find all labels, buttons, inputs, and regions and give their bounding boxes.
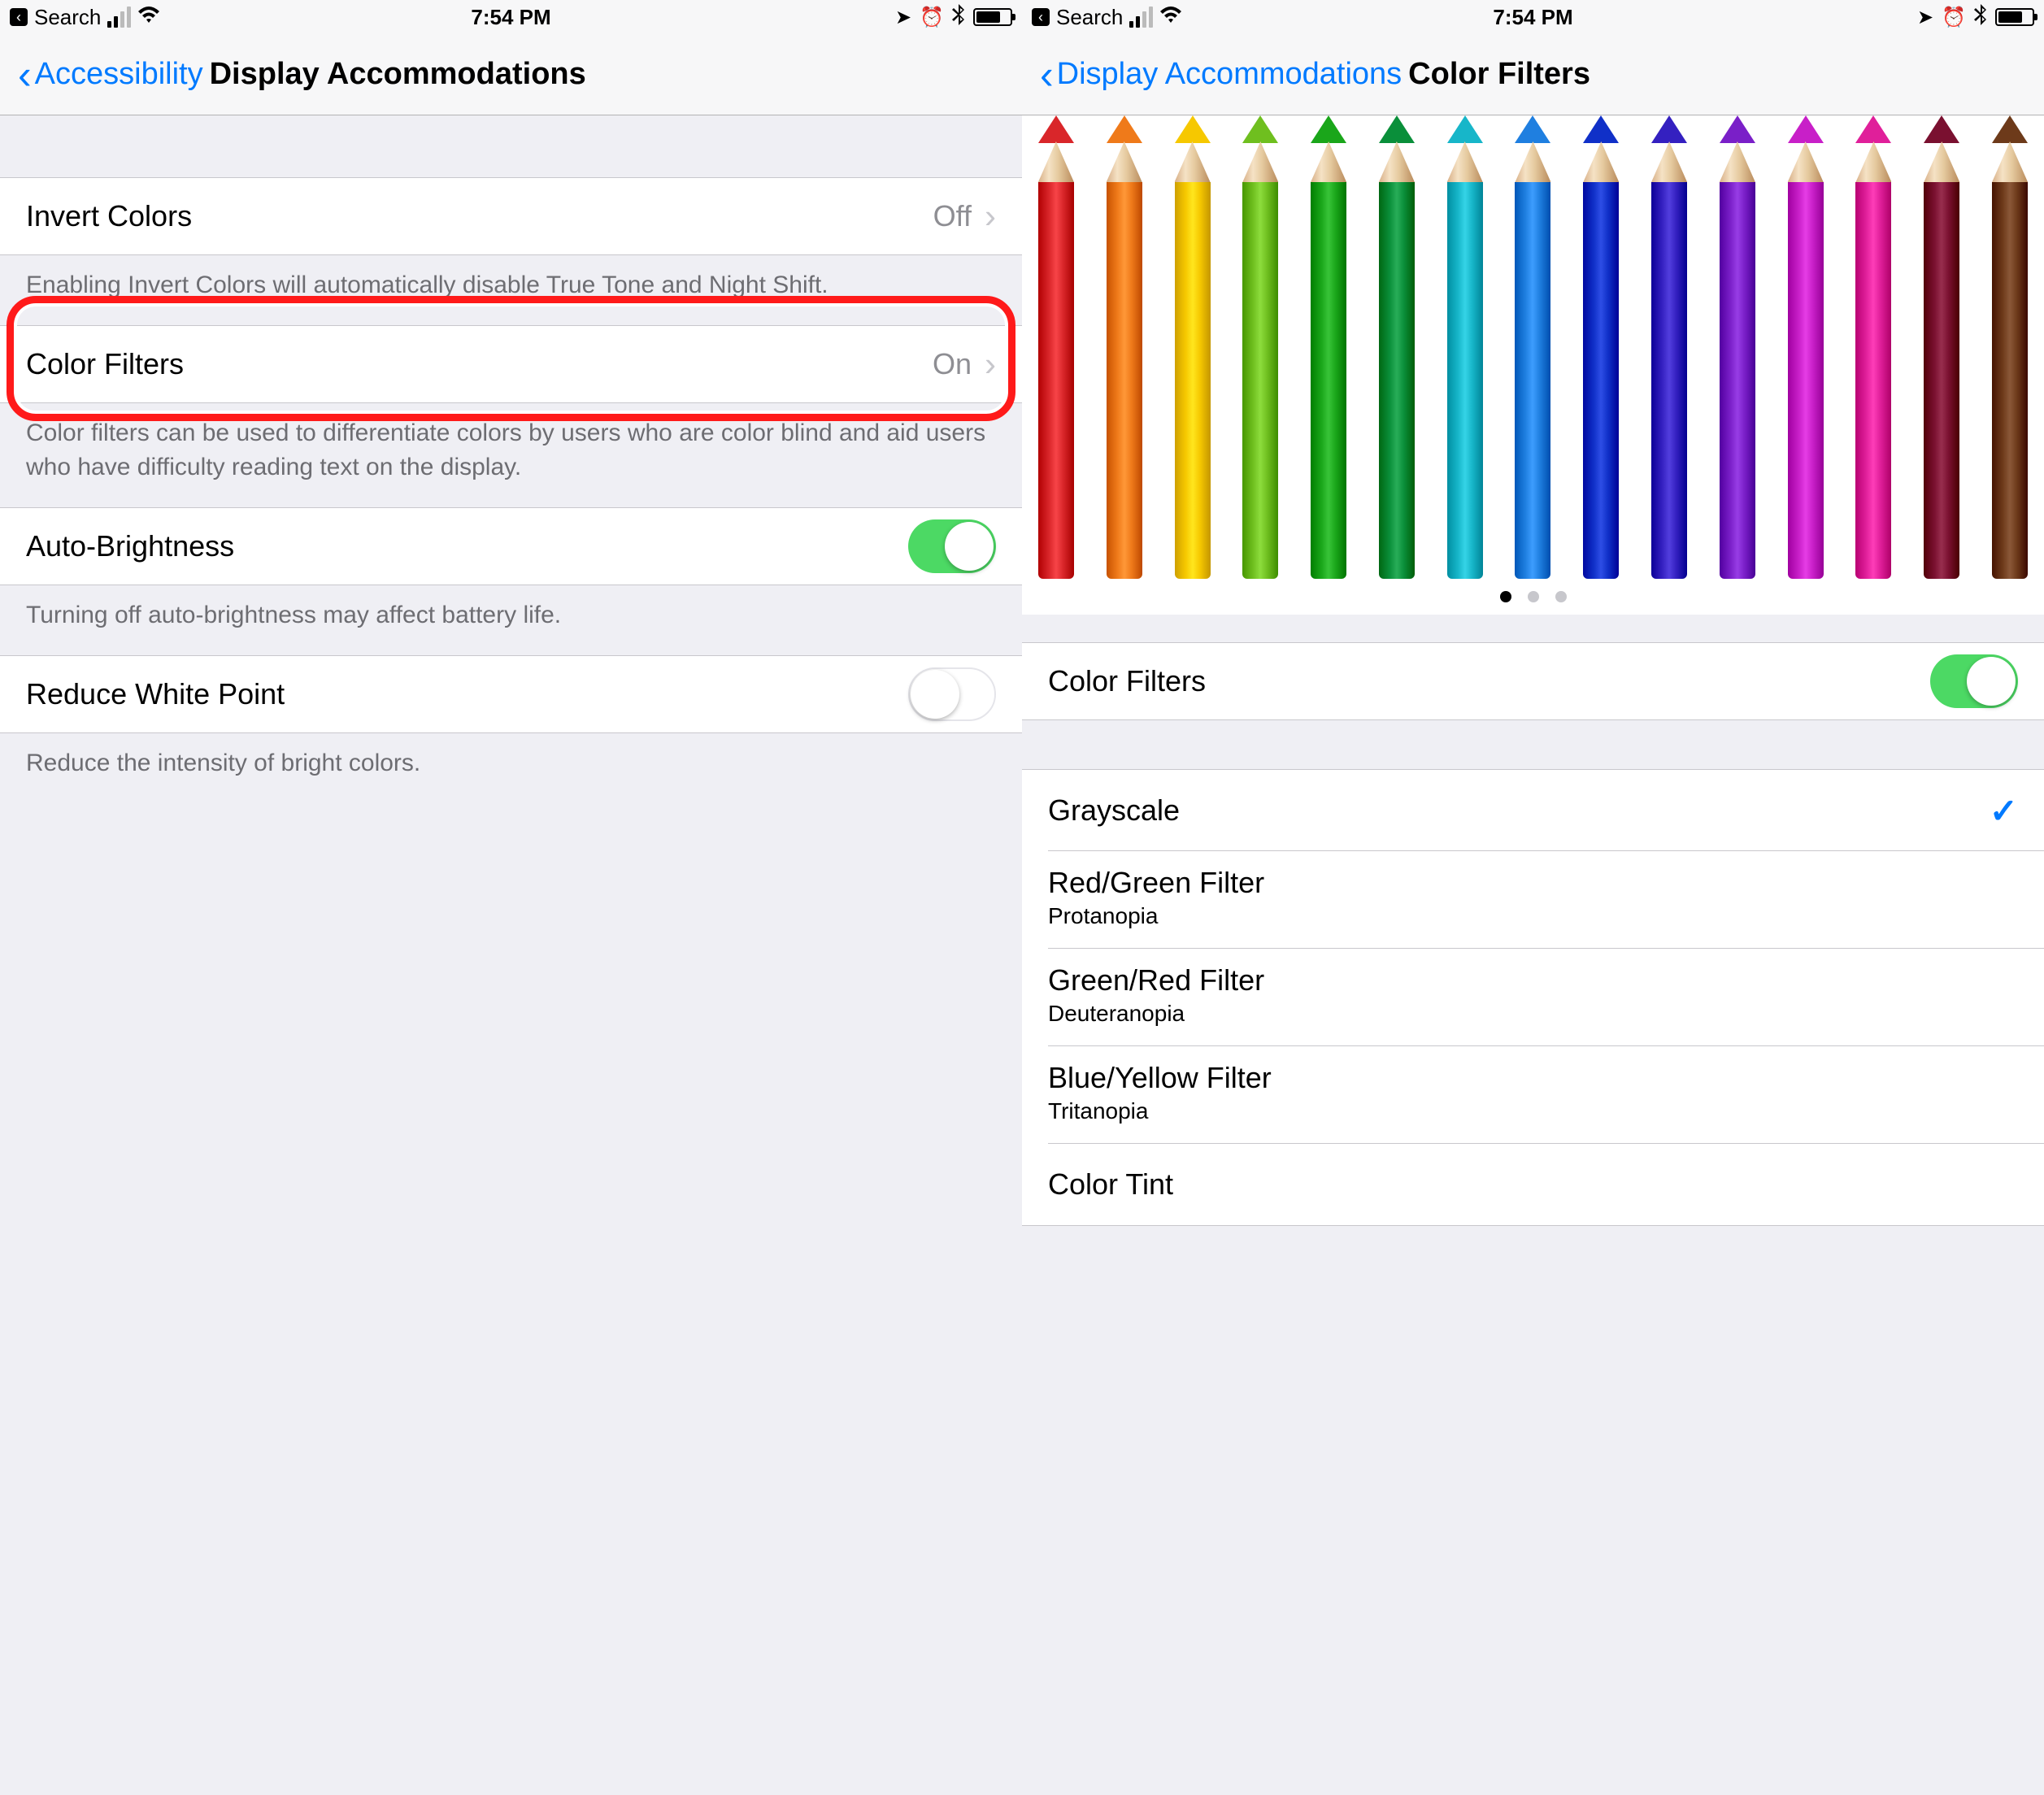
cell-signal-icon (1129, 7, 1153, 28)
filter-option[interactable]: Blue/Yellow Filter Tritanopia (1022, 1046, 2044, 1144)
nav-bar: ‹ Accessibility Display Accommodations (0, 34, 1022, 115)
row-label: Reduce White Point (26, 677, 285, 711)
breadcrumb-label[interactable]: Search (34, 5, 101, 30)
option-subtitle: Protanopia (1048, 903, 1264, 929)
row-color-filters[interactable]: Color Filters On › (0, 325, 1022, 403)
row-footer-note: Turning off auto-brightness may affect b… (0, 585, 1022, 655)
row-label: Auto-Brightness (26, 529, 234, 563)
status-bar: ‹ Search 7:54 PM ➤ ⏰ (1022, 0, 2044, 34)
row-label: Color Filters (1048, 664, 1206, 698)
breadcrumb-back-icon[interactable]: ‹ (1032, 8, 1050, 26)
row-footer-note: Enabling Invert Colors will automaticall… (0, 255, 1022, 325)
chevron-right-icon: › (985, 197, 996, 236)
filter-option[interactable]: Grayscale ✓ (1022, 770, 2044, 851)
chevron-left-icon: ‹ (18, 54, 32, 95)
bluetooth-icon (1974, 4, 1987, 31)
status-bar: ‹ Search 7:54 PM ➤ ⏰ (0, 0, 1022, 34)
row-footer-note: Color filters can be used to differentia… (0, 403, 1022, 507)
option-label: Blue/Yellow Filter (1048, 1061, 1272, 1095)
screen-display-accommodations: ‹ Search 7:54 PM ➤ ⏰ ‹ Accessibility Dis… (0, 0, 1022, 1795)
row-color-filters-toggle[interactable]: Color Filters (1022, 642, 2044, 720)
breadcrumb-label[interactable]: Search (1056, 5, 1123, 30)
checkmark-icon: ✓ (1990, 791, 2018, 831)
row-footer-note: Reduce the intensity of bright colors. (0, 733, 1022, 803)
filter-option[interactable]: Color Tint (1022, 1144, 2044, 1225)
option-label: Red/Green Filter (1048, 866, 1264, 900)
wifi-icon (137, 5, 160, 30)
chevron-left-icon: ‹ (1040, 54, 1054, 95)
filter-option[interactable]: Red/Green Filter Protanopia (1022, 851, 2044, 949)
option-subtitle: Deuteranopia (1048, 1001, 1264, 1027)
battery-icon (1995, 8, 2034, 26)
nav-bar: ‹ Display Accommodations Color Filters (1022, 34, 2044, 115)
filter-options-group: Grayscale ✓ Red/Green Filter Protanopia Gree… (1022, 769, 2044, 1226)
status-time: 7:54 PM (471, 5, 550, 30)
wifi-icon (1159, 5, 1182, 30)
nav-back-label: Accessibility (35, 57, 203, 92)
location-icon: ➤ (895, 6, 911, 29)
row-value: On (933, 347, 972, 381)
row-label: Color Filters (26, 347, 184, 381)
nav-title: Display Accommodations (210, 57, 586, 92)
page-dot[interactable] (1555, 591, 1567, 602)
row-auto-brightness[interactable]: Auto-Brightness (0, 507, 1022, 585)
page-dot[interactable] (1528, 591, 1539, 602)
row-value: Off (933, 199, 972, 233)
row-reduce-white-point[interactable]: Reduce White Point (0, 655, 1022, 733)
auto-brightness-toggle[interactable] (908, 519, 996, 573)
color-filters-toggle[interactable] (1930, 654, 2018, 708)
row-label: Invert Colors (26, 199, 192, 233)
filter-option[interactable]: Green/Red Filter Deuteranopia (1022, 949, 2044, 1046)
nav-title: Color Filters (1408, 57, 1590, 92)
nav-back-button[interactable]: ‹ Display Accommodations (1040, 54, 1402, 95)
page-dot[interactable] (1500, 591, 1511, 602)
nav-back-button[interactable]: ‹ Accessibility (18, 54, 203, 95)
option-subtitle: Tritanopia (1048, 1098, 1272, 1124)
alarm-icon: ⏰ (920, 6, 944, 29)
option-label: Color Tint (1048, 1167, 1173, 1202)
chevron-right-icon: › (985, 345, 996, 384)
status-time: 7:54 PM (1493, 5, 1572, 30)
alarm-icon: ⏰ (1942, 6, 1966, 29)
option-label: Green/Red Filter (1048, 963, 1264, 997)
page-indicator[interactable] (1022, 579, 2044, 615)
bluetooth-icon (952, 4, 965, 31)
color-preview-image[interactable] (1022, 115, 2044, 579)
reduce-white-point-toggle[interactable] (908, 667, 996, 721)
battery-icon (973, 8, 1012, 26)
row-invert-colors[interactable]: Invert Colors Off › (0, 177, 1022, 255)
cell-signal-icon (107, 7, 131, 28)
nav-back-label: Display Accommodations (1057, 57, 1403, 92)
screen-color-filters: ‹ Search 7:54 PM ➤ ⏰ ‹ Display Accommoda… (1022, 0, 2044, 1795)
location-icon: ➤ (1917, 6, 1933, 29)
breadcrumb-back-icon[interactable]: ‹ (10, 8, 28, 26)
option-label: Grayscale (1048, 793, 1180, 828)
